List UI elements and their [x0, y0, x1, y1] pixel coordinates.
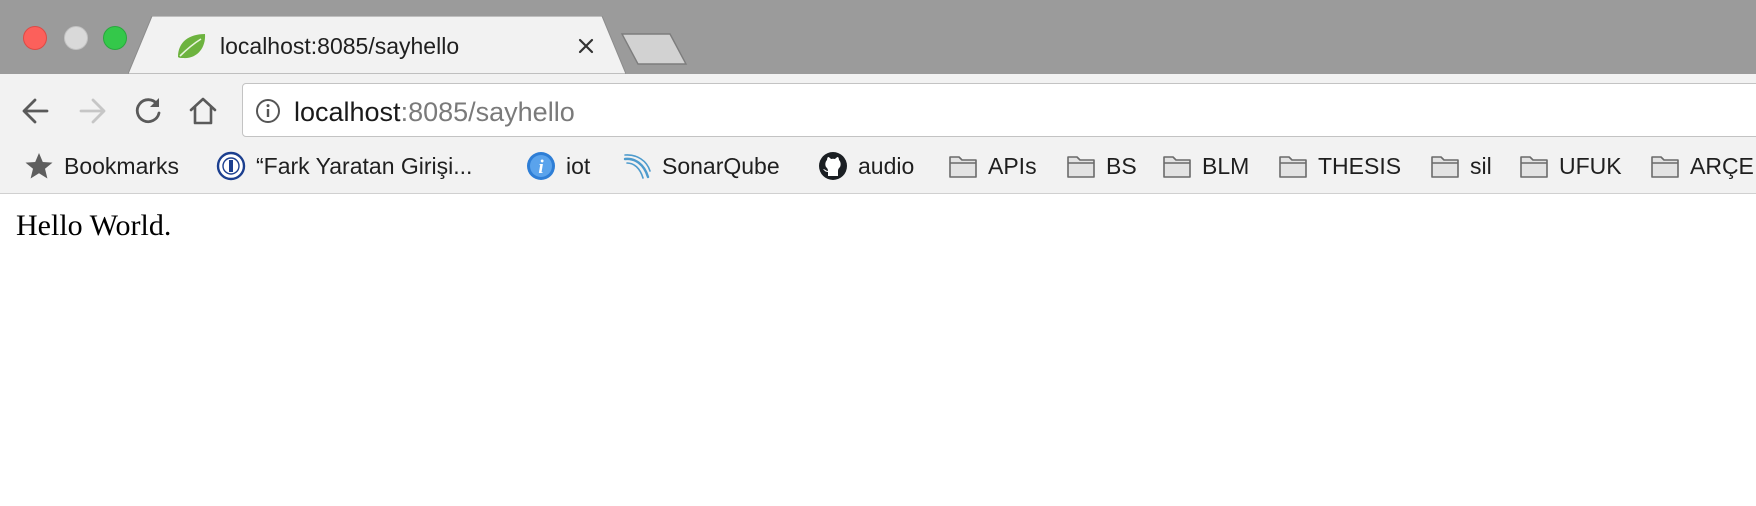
bookmark-label: “Fark Yaratan Girişi... [256, 153, 473, 179]
bookmark-label: sil [1470, 153, 1492, 179]
bookmark-label: UFUK [1559, 153, 1622, 179]
info-icon[interactable] [255, 98, 281, 124]
bookmark-label: BLM [1202, 153, 1250, 179]
folder-icon [1520, 156, 1548, 178]
tab-title: localhost:8085/sayhello [220, 33, 460, 59]
bookmark-folder[interactable]: BLM [1162, 150, 1249, 182]
info-badge-icon: i [527, 152, 555, 180]
bookmark-label: ARÇE [1690, 153, 1754, 179]
folder-icon [1431, 156, 1459, 178]
bookmarks-button[interactable]: Bookmarks [24, 150, 179, 182]
folder-icon [1163, 156, 1191, 178]
spring-leaf-icon [178, 34, 206, 59]
window-close-button[interactable] [23, 26, 47, 50]
bookmark-label: THESIS [1318, 153, 1402, 179]
folder-icon [949, 156, 977, 178]
url-path: :8085/sayhello [400, 97, 575, 127]
window-maximize-button[interactable] [103, 26, 127, 50]
bookmark-folder[interactable]: BS [1066, 150, 1137, 182]
tab-close-icon[interactable] [574, 34, 598, 58]
address-bar-url[interactable]: localhost:8085/sayhello [294, 96, 575, 128]
reload-icon[interactable] [131, 94, 165, 128]
home-icon[interactable] [186, 94, 220, 128]
bookmark-label: audio [858, 153, 915, 179]
arrow-left-icon[interactable] [19, 94, 53, 128]
sonarqube-icon [623, 154, 651, 179]
folder-icon [1279, 156, 1307, 178]
bookmark-item[interactable]: i iot [526, 150, 590, 182]
bookmark-folder[interactable]: THESIS [1278, 150, 1401, 182]
folder-icon [1651, 156, 1679, 178]
bookmark-label: iot [566, 153, 591, 179]
url-host: localhost [294, 97, 401, 127]
bookmark-folder[interactable]: UFUK [1519, 150, 1622, 182]
github-icon [819, 152, 847, 180]
bookmark-folder[interactable]: APIs [948, 150, 1037, 182]
university-seal-icon [216, 151, 246, 181]
bookmark-item[interactable]: “Fark Yaratan Girişi... [216, 150, 472, 182]
bookmark-item[interactable]: audio [818, 150, 914, 182]
page-body-text: Hello World. [16, 209, 172, 242]
svg-text:i: i [538, 157, 544, 178]
window-minimize-button[interactable] [64, 26, 88, 50]
arrow-right-icon[interactable] [75, 94, 109, 128]
bookmark-folder[interactable]: sil [1430, 150, 1492, 182]
folder-icon [1067, 156, 1095, 178]
bookmarks-label: Bookmarks [64, 153, 180, 179]
bookmark-label: SonarQube [662, 153, 780, 179]
bookmark-label: APIs [988, 153, 1037, 179]
bookmark-folder[interactable]: ARÇE [1650, 150, 1754, 182]
new-tab-button[interactable] [620, 32, 688, 66]
star-icon [25, 153, 53, 179]
bookmark-label: BS [1106, 153, 1137, 179]
bookmark-item[interactable]: SonarQube [622, 150, 780, 182]
